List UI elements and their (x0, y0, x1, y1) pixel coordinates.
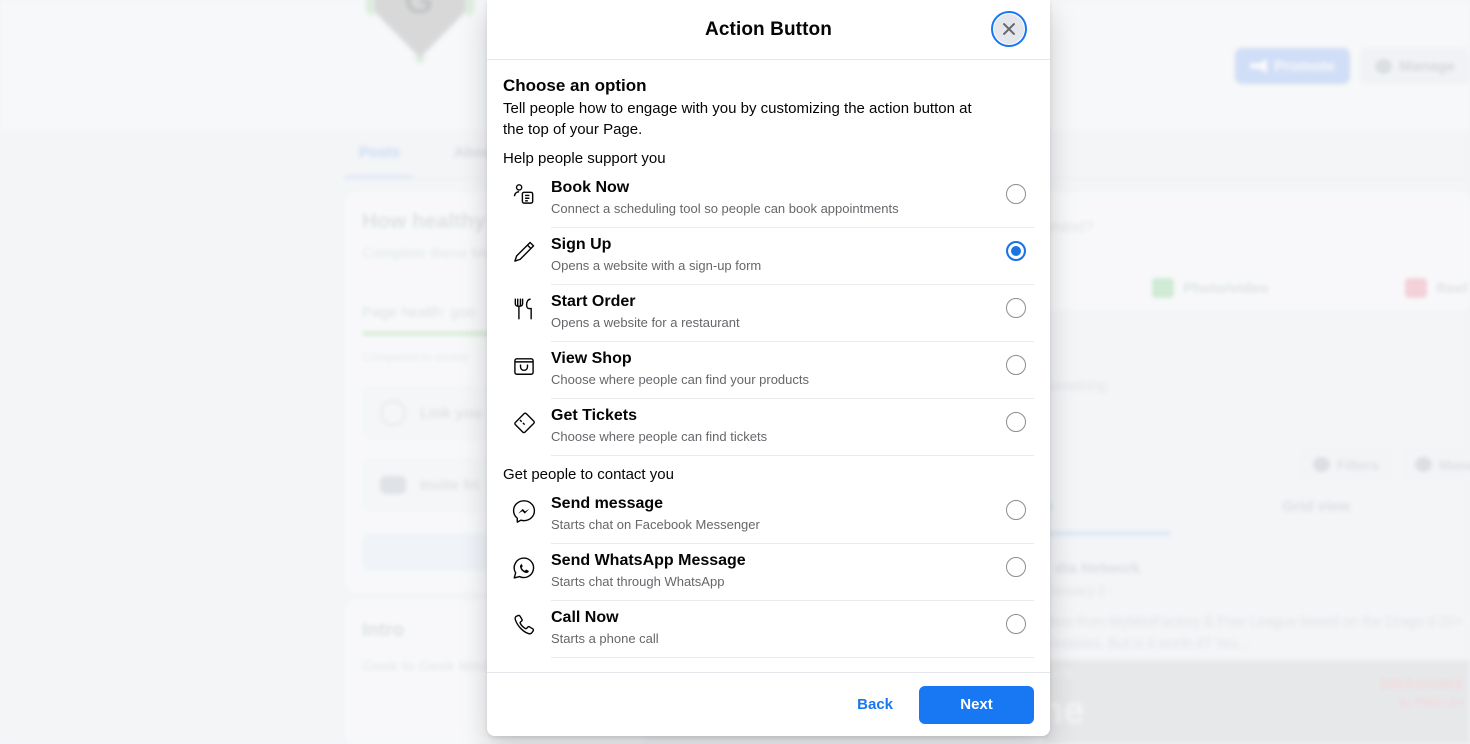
option-subtitle: Connect a scheduling tool so people can … (551, 201, 899, 216)
option-title: Call Now (551, 609, 619, 626)
option-subtitle: Starts a phone call (551, 631, 659, 646)
whatsapp-icon (507, 551, 541, 581)
pencil-icon (507, 235, 541, 265)
option-radio[interactable] (1006, 557, 1026, 577)
option-row-view-shop[interactable]: View Shop Choose where people can find yo… (503, 342, 1034, 399)
option-row-call-now[interactable]: Call Now Starts a phone call (503, 601, 1034, 658)
option-radio[interactable] (1006, 412, 1026, 432)
dialog-title: Action Button (705, 18, 832, 40)
action-button-dialog: Action Button Choose an option Tell peop… (487, 0, 1050, 736)
book-appointment-icon (507, 178, 541, 208)
option-subtitle: Starts chat through WhatsApp (551, 574, 725, 589)
option-subtitle: Starts chat on Facebook Messenger (551, 517, 760, 532)
option-subtitle: Opens a website with a sign-up form (551, 258, 762, 273)
option-title: Get Tickets (551, 407, 637, 424)
messenger-icon (507, 494, 541, 524)
option-subtitle: Opens a website for a restaurant (551, 315, 740, 330)
option-content: Send message Starts chat on Facebook Mess… (551, 494, 1034, 544)
option-text: Book Now Connect a scheduling tool so peo… (551, 178, 994, 217)
option-text: View Shop Choose where people can find yo… (551, 349, 994, 388)
option-title: Book Now (551, 179, 630, 196)
option-title: Sign Up (551, 236, 612, 253)
option-radio[interactable] (1006, 184, 1026, 204)
close-icon (1001, 21, 1017, 37)
option-radio[interactable] (1006, 614, 1026, 634)
ticket-icon (507, 406, 541, 436)
option-content: Send WhatsApp Message Starts chat through… (551, 551, 1034, 601)
option-text: Send WhatsApp Message Starts chat through… (551, 551, 994, 590)
option-text: Send message Starts chat on Facebook Mess… (551, 494, 994, 533)
back-button[interactable]: Back (843, 687, 907, 722)
phone-icon (507, 608, 541, 638)
option-radio[interactable] (1006, 355, 1026, 375)
option-row-send-whatsapp-message[interactable]: Send WhatsApp Message Starts chat through… (503, 544, 1034, 601)
section-description: Tell people how to engage with you by cu… (503, 100, 972, 138)
option-subtitle: Choose where people can find tickets (551, 429, 768, 444)
cutlery-icon (507, 292, 541, 322)
option-text: Get Tickets Choose where people can find … (551, 406, 994, 445)
option-text: Sign Up Opens a website with a sign-up fo… (551, 235, 994, 274)
shopping-bag-icon (507, 349, 541, 379)
option-radio[interactable] (1006, 500, 1026, 520)
dialog-body[interactable]: Choose an option Tell people how to enga… (487, 60, 1050, 672)
option-content: Start Order Opens a website for a restaur… (551, 292, 1034, 342)
option-text: Start Order Opens a website for a restaur… (551, 292, 994, 331)
option-content: Sign Up Opens a website with a sign-up fo… (551, 235, 1034, 285)
option-row-get-tickets[interactable]: Get Tickets Choose where people can find … (503, 399, 1034, 456)
option-row-send-message[interactable]: Send message Starts chat on Facebook Mess… (503, 487, 1034, 544)
option-content: Book Now Connect a scheduling tool so peo… (551, 178, 1034, 228)
dialog-header: Action Button (487, 0, 1050, 60)
option-groups: Help people support you Book Now Connect a… (503, 150, 1034, 658)
section-heading: Choose an option (503, 76, 647, 95)
option-title: Send WhatsApp Message (551, 552, 746, 569)
option-content: View Shop Choose where people can find yo… (551, 349, 1034, 399)
option-radio[interactable] (1006, 298, 1026, 318)
option-title: View Shop (551, 350, 632, 367)
dialog-footer: Back Next (487, 672, 1050, 736)
next-button[interactable]: Next (919, 685, 1034, 724)
option-row-sign-up[interactable]: Sign Up Opens a website with a sign-up fo… (503, 228, 1034, 285)
option-group-label: Get people to contact you (503, 466, 674, 483)
option-title: Start Order (551, 293, 636, 310)
option-text: Call Now Starts a phone call (551, 608, 994, 647)
option-title: Send message (551, 495, 664, 512)
option-content: Get Tickets Choose where people can find … (551, 406, 1034, 456)
option-row-book-now[interactable]: Book Now Connect a scheduling tool so peo… (503, 171, 1034, 228)
close-button[interactable] (991, 11, 1027, 47)
option-group-label: Help people support you (503, 150, 666, 167)
option-content: Call Now Starts a phone call (551, 608, 1034, 658)
option-row-start-order[interactable]: Start Order Opens a website for a restaur… (503, 285, 1034, 342)
option-radio[interactable] (1006, 241, 1026, 261)
option-subtitle: Choose where people can find your produc… (551, 372, 809, 387)
